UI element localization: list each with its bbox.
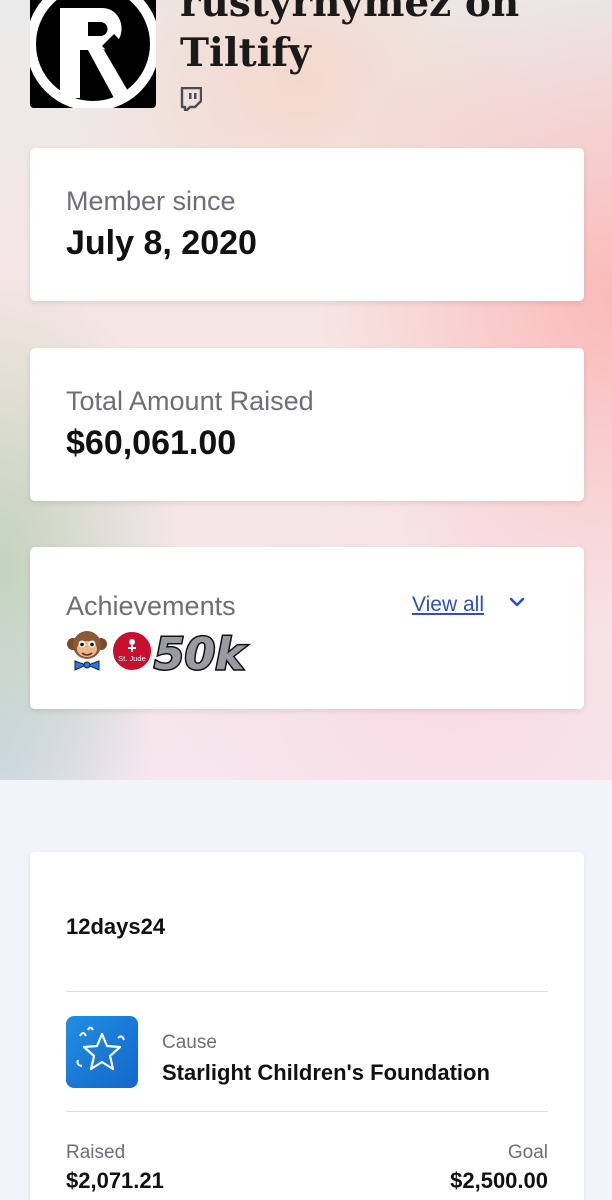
page-title: rustyrhymez on Tiltify — [180, 0, 520, 76]
st-jude-badge-icon[interactable]: St. Jude — [110, 629, 154, 673]
twitch-icon[interactable] — [180, 86, 203, 112]
view-all-link[interactable]: View all — [412, 593, 484, 617]
st-jude-badge-text: St. Jude — [118, 654, 146, 663]
avatar[interactable] — [30, 0, 156, 108]
monkey-bowtie-badge-icon[interactable] — [66, 629, 108, 671]
raised-value: $2,071.21 — [66, 1168, 164, 1193]
cause-logo[interactable] — [66, 1016, 138, 1088]
raised-label: Raised — [66, 1142, 126, 1163]
50k-badge-icon[interactable]: 50k — [152, 625, 278, 678]
goal-value: $2,500.00 — [450, 1168, 548, 1193]
total-raised-card: Total Amount Raised $60,061.00 — [30, 348, 584, 501]
starlight-star-icon — [76, 1026, 125, 1071]
cause-label: Cause — [162, 1032, 217, 1053]
goal-label: Goal — [507, 1142, 548, 1163]
chevron-down-icon[interactable] — [508, 595, 526, 609]
rusty-logo-icon — [30, 0, 156, 108]
50k-badge-text: 50k — [154, 629, 247, 677]
member-since-label: Member since — [66, 186, 236, 216]
member-since-value: July 8, 2020 — [66, 224, 257, 262]
divider — [66, 1111, 548, 1112]
achievements-card: Achievements View all St. Jude 50k — [30, 547, 584, 709]
member-since-card: Member since July 8, 2020 — [30, 148, 584, 301]
achievements-label: Achievements — [66, 591, 236, 621]
campaign-name[interactable]: 12days24 — [66, 914, 165, 940]
cause-name[interactable]: Starlight Children's Foundation — [162, 1060, 490, 1086]
total-raised-label: Total Amount Raised — [66, 386, 314, 416]
total-raised-value: $60,061.00 — [66, 424, 237, 462]
campaign-card[interactable]: 12days24 Cause Starlight Children's Foun… — [30, 852, 584, 1200]
divider — [66, 991, 548, 992]
